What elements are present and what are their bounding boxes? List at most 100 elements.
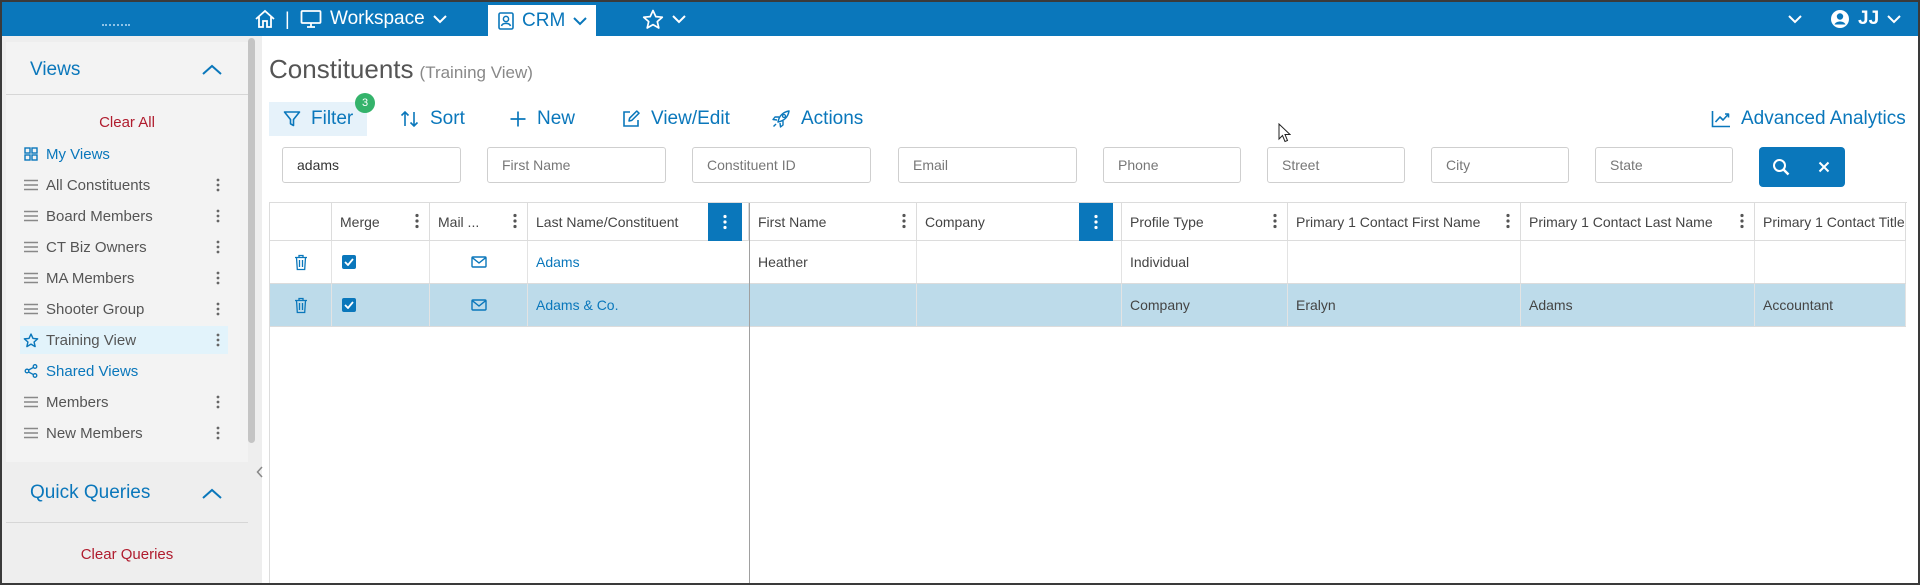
nav-separator: | (285, 8, 290, 29)
mail-button[interactable] (430, 284, 528, 326)
filter-icon (283, 110, 301, 128)
kebab-menu-icon[interactable] (708, 203, 742, 241)
crm-tab[interactable]: CRM (488, 2, 596, 36)
monitor-icon (300, 9, 322, 29)
new-label: New (537, 108, 576, 129)
new-button[interactable]: New (509, 102, 575, 136)
clear-queries-link[interactable]: Clear Queries (2, 546, 252, 563)
sidebar-item-label: Shared Views (46, 362, 139, 380)
chevron-down-icon (672, 14, 686, 24)
workspace-menu[interactable]: Workspace (300, 2, 447, 36)
mail-button[interactable] (430, 241, 528, 283)
column-header-mail[interactable]: Mail ... (430, 203, 528, 241)
views-heading[interactable]: Views (30, 59, 80, 81)
sidebar-item-all-constituents[interactable]: All Constituents (20, 171, 228, 199)
merge-checkbox[interactable] (332, 284, 430, 326)
more-menu-button[interactable] (1788, 2, 1802, 36)
first-name-filter-input[interactable] (487, 147, 666, 183)
kebab-menu-icon[interactable] (208, 271, 228, 285)
user-circle-icon (1830, 9, 1850, 29)
column-header-last-name[interactable]: Last Name/Constituent (528, 203, 749, 241)
column-header-p1-first-name[interactable]: Primary 1 Contact First Name (1288, 203, 1521, 241)
sidebar-item-training-view[interactable]: Training View (20, 326, 228, 354)
sidebar-item-ma-members[interactable]: MA Members (20, 264, 228, 292)
column-header-label: Profile Type (1130, 213, 1204, 230)
sidebar-item-ct-biz-owners[interactable]: CT Biz Owners (20, 233, 228, 261)
advanced-analytics-button[interactable]: Advanced Analytics (1711, 102, 1906, 136)
column-header-label: Last Name/Constituent (536, 213, 679, 230)
state-filter-input[interactable] (1595, 147, 1733, 183)
column-header-merge[interactable]: Merge (332, 203, 430, 241)
kebab-menu-icon[interactable] (902, 213, 906, 229)
sidebar-scrollbar[interactable] (248, 38, 255, 443)
table-row[interactable]: Adams & Co. Company Eralyn Adams Account… (270, 284, 1906, 327)
crm-label: CRM (522, 9, 566, 31)
column-header-label: Primary 1 Contact Last Name (1529, 213, 1713, 230)
app-frame: | Workspace CRM JJ Views Clear All My Vi… (0, 0, 1920, 585)
home-button[interactable] (254, 2, 276, 36)
app-logo (102, 24, 130, 27)
sidebar-item-label: Members (46, 393, 109, 411)
actions-label: Actions (801, 108, 864, 129)
column-header-p1-title[interactable]: Primary 1 Contact Title (1755, 203, 1906, 241)
list-icon (20, 210, 42, 222)
edit-icon (621, 109, 641, 129)
kebab-menu-icon[interactable] (208, 426, 228, 440)
kebab-menu-icon[interactable] (415, 213, 419, 229)
sidebar-item-shared-views[interactable]: Shared Views (20, 357, 228, 385)
phone-filter-input[interactable] (1103, 147, 1241, 183)
kebab-menu-icon[interactable] (1273, 213, 1277, 229)
sort-button[interactable]: Sort (400, 102, 465, 136)
delete-row-button[interactable] (270, 284, 332, 326)
last-name-link[interactable]: Adams & Co. (528, 284, 750, 326)
sidebar-item-label: All Constituents (46, 176, 151, 194)
chevron-up-icon[interactable] (202, 488, 222, 500)
chevron-up-icon[interactable] (202, 64, 222, 76)
kebab-menu-icon[interactable] (208, 178, 228, 192)
workspace-label: Workspace (330, 8, 425, 29)
kebab-menu-icon[interactable] (208, 302, 228, 316)
kebab-menu-icon[interactable] (208, 333, 228, 347)
kebab-menu-icon[interactable] (513, 213, 517, 229)
clear-all-link[interactable]: Clear All (2, 114, 252, 131)
view-edit-button[interactable]: View/Edit (621, 102, 730, 136)
kebab-menu-icon[interactable] (208, 240, 228, 254)
kebab-menu-icon[interactable] (1740, 213, 1744, 229)
kebab-menu-icon[interactable] (1079, 203, 1113, 241)
email-filter-input[interactable] (898, 147, 1077, 183)
actions-button[interactable]: Actions (771, 102, 863, 136)
street-filter-input[interactable] (1267, 147, 1405, 183)
envelope-icon (470, 256, 487, 268)
filter-button[interactable]: Filter 3 (269, 93, 375, 136)
sidebar-item-new-members[interactable]: New Members (20, 419, 228, 447)
constituent-id-filter-input[interactable] (692, 147, 871, 183)
favorites-menu[interactable] (642, 2, 686, 36)
quick-queries-heading[interactable]: Quick Queries (30, 482, 150, 504)
sidebar-item-board-members[interactable]: Board Members (20, 202, 228, 230)
column-header-company[interactable]: Company (917, 203, 1122, 241)
merge-checkbox[interactable] (332, 241, 430, 283)
kebab-menu-icon[interactable] (208, 395, 228, 409)
sidebar-item-members[interactable]: Members (20, 388, 228, 416)
trash-icon (294, 297, 308, 314)
table-row[interactable]: Adams Heather Individual (270, 241, 1906, 284)
sidebar-item-shooter-group[interactable]: Shooter Group (20, 295, 228, 323)
column-header-profile-type[interactable]: Profile Type (1122, 203, 1288, 241)
user-initials: JJ (1858, 8, 1880, 29)
last-name-link[interactable]: Adams (528, 241, 750, 283)
column-header-first-name[interactable]: First Name (750, 203, 917, 241)
grid-icon (20, 147, 42, 161)
column-header-p1-last-name[interactable]: Primary 1 Contact Last Name (1521, 203, 1755, 241)
kebab-menu-icon[interactable] (1506, 213, 1510, 229)
clear-search-button[interactable] (1802, 147, 1845, 187)
sidebar-item-my-views[interactable]: My Views (20, 140, 228, 168)
filter-count-badge: 3 (355, 93, 375, 113)
user-menu[interactable]: JJ (1830, 2, 1901, 36)
delete-row-button[interactable] (270, 241, 332, 283)
sort-label: Sort (430, 108, 465, 129)
toolbar: Filter 3 Sort New View/Edit Actions Adva… (269, 93, 1909, 136)
last-name-filter-input[interactable] (282, 147, 461, 183)
search-button[interactable] (1759, 147, 1802, 187)
kebab-menu-icon[interactable] (208, 209, 228, 223)
city-filter-input[interactable] (1431, 147, 1569, 183)
